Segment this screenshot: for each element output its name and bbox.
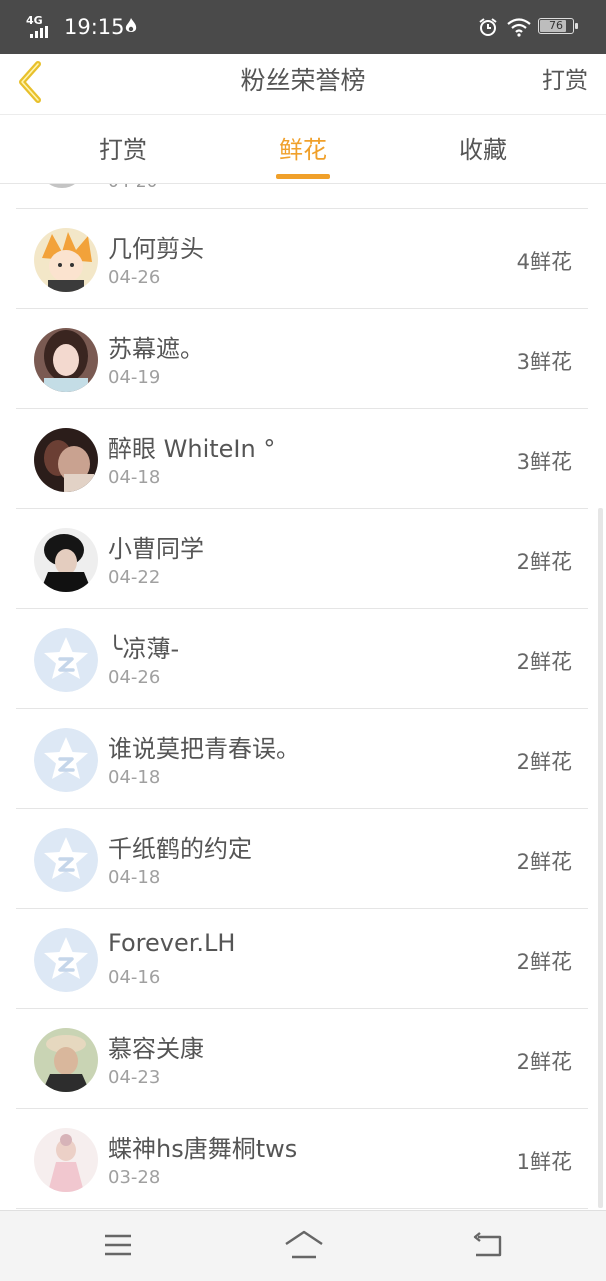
- flower-count: 4鲜花: [516, 250, 572, 274]
- list-item-date: 03-28: [108, 1167, 161, 1188]
- flower-count: 3鲜花: [516, 450, 572, 474]
- active-tab-indicator: [276, 174, 330, 179]
- default-avatar-icon: [34, 728, 98, 792]
- flower-count: 2鲜花: [516, 650, 572, 674]
- list-item-name: 慕容关康: [108, 1035, 204, 1063]
- status-time: 19:15: [64, 15, 125, 39]
- back-icon[interactable]: [472, 1231, 504, 1259]
- flower-count: 2鲜花: [516, 750, 572, 774]
- tab-favorites[interactable]: 收藏: [423, 115, 543, 183]
- default-avatar-icon: [34, 628, 98, 692]
- flame-icon: [125, 18, 137, 32]
- wifi-icon: [507, 18, 531, 37]
- list-item-name: 几何剪头: [108, 235, 204, 263]
- avatar: [42, 184, 82, 188]
- list-item-name: 蝶神hs唐舞桐tws: [108, 1135, 298, 1163]
- scrollbar[interactable]: [598, 508, 603, 1208]
- avatar: [34, 328, 98, 392]
- list-item[interactable]: 小曹同学 04-22 2鲜花: [16, 509, 588, 609]
- list-item-name: ╰凉薄-: [108, 635, 180, 663]
- fan-list[interactable]: 04-20 几何剪头 04-26 4鲜花 苏幕遮。 04-19 3: [0, 184, 606, 1210]
- list-item[interactable]: 几何剪头 04-26 4鲜花: [16, 209, 588, 309]
- system-nav-bar: [0, 1210, 606, 1281]
- list-item[interactable]: 04-20: [16, 184, 588, 209]
- list-item-name: 醉眼 WhiteIn °: [108, 435, 276, 463]
- list-item-date: 04-18: [108, 767, 161, 788]
- list-item-date: 04-23: [108, 1067, 161, 1088]
- default-avatar-icon: [34, 928, 98, 992]
- avatar: [34, 1128, 98, 1192]
- flower-count: 2鲜花: [516, 850, 572, 874]
- reward-button[interactable]: 打赏: [542, 54, 588, 108]
- list-item[interactable]: Forever.LH 04-16 2鲜花: [16, 909, 588, 1009]
- list-item-date: 04-16: [108, 967, 161, 988]
- status-bar: 4G 19:15 76: [0, 0, 606, 54]
- list-item-date: 04-20: [108, 184, 157, 192]
- title-bar: 粉丝荣誉榜 打赏: [0, 54, 606, 115]
- list-item[interactable]: 蝶神hs唐舞桐tws 03-28 1鲜花: [16, 1109, 588, 1209]
- list-item[interactable]: 谁说莫把青春误。 04-18 2鲜花: [16, 709, 588, 809]
- tab-flowers[interactable]: 鲜花: [243, 115, 363, 183]
- flower-count: 2鲜花: [516, 950, 572, 974]
- signal-icon: [30, 26, 52, 38]
- list-item-date: 04-26: [108, 267, 161, 288]
- list-item[interactable]: 醉眼 WhiteIn ° 04-18 3鲜花: [16, 409, 588, 509]
- battery-level: 76: [549, 19, 563, 32]
- list-item[interactable]: 苏幕遮。 04-19 3鲜花: [16, 309, 588, 409]
- alarm-icon: [479, 18, 497, 36]
- list-item-name: 苏幕遮。: [108, 335, 204, 363]
- flower-count: 1鲜花: [516, 1150, 572, 1174]
- list-item[interactable]: 慕容关康 04-23 2鲜花: [16, 1009, 588, 1109]
- tab-reward[interactable]: 打赏: [63, 115, 183, 183]
- list-item-name: 千纸鹤的约定: [108, 835, 252, 863]
- avatar: [34, 1028, 98, 1092]
- flower-count: 3鲜花: [516, 350, 572, 374]
- list-item-date: 04-22: [108, 567, 161, 588]
- list-item-name: 谁说莫把青春误。: [108, 735, 300, 763]
- list-item-name: Forever.LH: [108, 929, 236, 957]
- list-item-date: 04-18: [108, 867, 161, 888]
- battery-icon: 76: [538, 18, 578, 34]
- flower-count: 2鲜花: [516, 1050, 572, 1074]
- list-item-date: 04-26: [108, 667, 161, 688]
- avatar: [34, 228, 98, 292]
- flower-count: 2鲜花: [516, 550, 572, 574]
- list-item-name: 小曹同学: [108, 535, 204, 563]
- list-item-date: 04-18: [108, 467, 161, 488]
- page-title: 粉丝荣誉榜: [240, 66, 366, 95]
- home-icon[interactable]: [283, 1229, 325, 1261]
- avatar: [34, 428, 98, 492]
- list-item-date: 04-19: [108, 367, 161, 388]
- avatar: [34, 528, 98, 592]
- list-item[interactable]: 千纸鹤的约定 04-18 2鲜花: [16, 809, 588, 909]
- list-item[interactable]: ╰凉薄- 04-26 2鲜花: [16, 609, 588, 709]
- menu-icon[interactable]: [103, 1233, 133, 1257]
- default-avatar-icon: [34, 828, 98, 892]
